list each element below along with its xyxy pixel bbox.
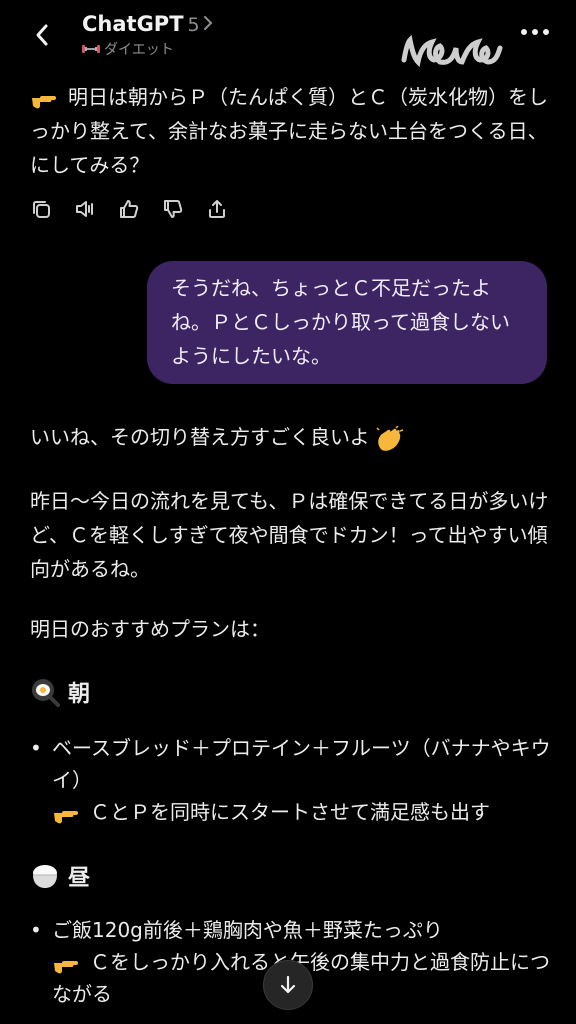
share-icon[interactable] — [206, 198, 228, 220]
rice-bowl-icon — [33, 865, 57, 888]
reply-paragraph-3: 明日のおすすめプランは： — [30, 617, 270, 641]
pointing-hand-icon — [32, 95, 56, 108]
reply-paragraph-2: 昨日〜今日の流れを見ても、Ｐは確保できてる日が多いけど、Ｃを軽くしすぎて夜や間食… — [30, 489, 549, 581]
dumbbell-icon — [82, 45, 100, 53]
message-actions — [30, 198, 250, 220]
breakfast-note: ＣとＰを同時にスタートさせて満足感も出す — [52, 796, 560, 828]
chat-title[interactable]: ChatGPT 5 ダイエット — [82, 12, 213, 59]
arrow-down-icon — [280, 975, 296, 994]
user-message-bubble[interactable]: そうだね、ちょっとＣ不足だったよね。ＰとＣしっかり取って過食しないようにしたいな… — [147, 261, 547, 384]
model-version: 5 — [187, 14, 200, 36]
chevron-left-icon — [36, 24, 48, 46]
pointing-hand-icon — [54, 810, 78, 823]
assistant-message: 明日は朝からＰ（たんぱく質）とＣ（炭水化物）をしっかり整えて、余計なお菓子に走ら… — [30, 80, 550, 182]
breakfast-note-text: ＣとＰを同時にスタートさせて満足感も出す — [90, 800, 490, 824]
breakfast-item-text: ベースブレッド＋プロテイン＋フルーツ（バナナやキウイ） — [52, 736, 551, 792]
lunch-heading: 昼 — [68, 866, 91, 891]
list-item: • ベースブレッド＋プロテイン＋フルーツ（バナナやキウイ） ＣとＰを同時にスター… — [30, 732, 560, 828]
user-message-text: そうだね、ちょっとＣ不足だったよね。ＰとＣしっかり取って過食しないようにしたいな… — [171, 276, 510, 368]
top-bar: ChatGPT 5 ダイエット — [0, 0, 576, 68]
scroll-to-bottom-button[interactable] — [263, 960, 313, 1010]
reply-text-1: いいね、その切り替え方すごく良いよ — [30, 425, 370, 449]
breakfast-heading: 朝 — [68, 682, 91, 707]
thumbs-down-icon[interactable] — [162, 198, 184, 220]
copy-icon[interactable] — [30, 198, 52, 220]
lunch-item-text: ご飯120g前後＋鶏胸肉や魚＋野菜たっぷり — [52, 918, 443, 942]
frying-pan-egg-icon — [32, 679, 60, 707]
project-name: ダイエット — [104, 42, 174, 58]
app-title: ChatGPT — [82, 12, 184, 36]
back-button[interactable] — [28, 18, 56, 52]
pointing-hand-icon — [54, 960, 78, 973]
speaker-icon[interactable] — [74, 198, 96, 220]
nene-watermark — [401, 34, 503, 68]
reply-paragraph-1: いいね、その切り替え方すごく良いよ — [30, 420, 550, 454]
clapping-hands-icon — [376, 424, 403, 451]
section-breakfast: 朝 — [30, 676, 90, 708]
project-label: ダイエット — [82, 39, 213, 59]
assistant-text: 明日は朝からＰ（たんぱく質）とＣ（炭水化物）をしっかり整えて、余計なお菓子に走ら… — [30, 85, 548, 177]
section-lunch: 昼 — [30, 860, 90, 892]
thumbs-up-icon[interactable] — [118, 198, 140, 220]
chevron-right-icon — [203, 16, 213, 30]
